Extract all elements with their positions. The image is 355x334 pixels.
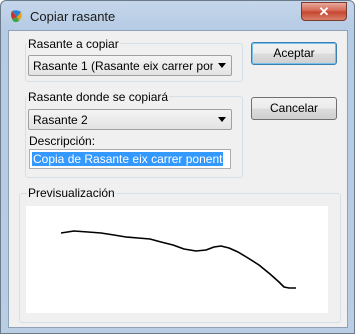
accept-button[interactable]: Aceptar: [251, 42, 337, 65]
description-label: Descripción:: [28, 134, 97, 148]
chevron-down-icon: [218, 117, 226, 122]
chevron-down-icon: [218, 63, 226, 68]
source-profile-select[interactable]: Rasante 1 (Rasante eix carrer ponent): [28, 55, 232, 76]
target-profile-value: Rasante 2: [33, 113, 88, 127]
source-group-label: Rasante a copiar: [27, 37, 120, 51]
dialog-client-area: Rasante a copiar Rasante 1 (Rasante eix …: [8, 30, 348, 328]
target-profile-select[interactable]: Rasante 2: [28, 109, 232, 130]
close-icon: ✕: [318, 4, 330, 19]
description-value: Copia de Rasante eix carrer ponent: [32, 152, 224, 166]
title-bar[interactable]: Copiar rasante ✕: [1, 1, 354, 31]
description-input[interactable]: Copia de Rasante eix carrer ponent: [29, 149, 231, 169]
source-profile-value: Rasante 1 (Rasante eix carrer ponent): [33, 59, 213, 73]
preview-group-label: Previsualización: [27, 186, 116, 200]
close-button[interactable]: ✕: [301, 2, 347, 21]
preview-canvas: [26, 206, 328, 313]
window-title: Copiar rasante: [30, 9, 116, 24]
dialog-window: Copiar rasante ✕ Rasante a copiar Rasant…: [0, 0, 355, 334]
profile-preview-plot: [60, 230, 296, 289]
profile-line: [60, 230, 296, 289]
target-group-label: Rasante donde se copiará: [27, 90, 170, 104]
app-logo-icon: [11, 10, 22, 23]
cancel-button[interactable]: Cancelar: [251, 97, 337, 120]
